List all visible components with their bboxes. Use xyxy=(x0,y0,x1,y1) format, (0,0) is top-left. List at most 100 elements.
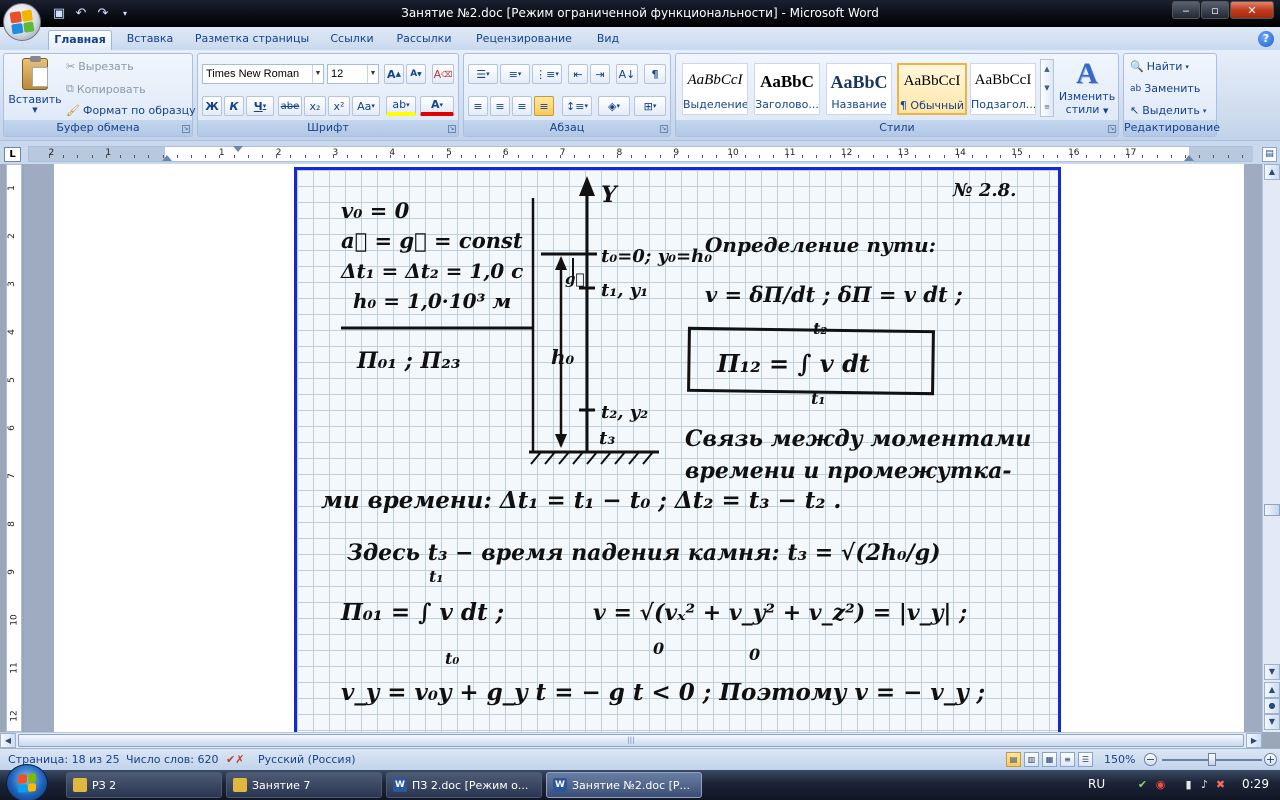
network-icon[interactable]: ▮ xyxy=(1182,778,1195,791)
tab-insert[interactable]: Вставка xyxy=(120,30,180,50)
tab-selector-button[interactable]: L xyxy=(4,147,21,162)
right-indent-marker[interactable] xyxy=(1184,155,1194,161)
handwritten-notes-image[interactable]: v₀ = 0 a⃗ = g⃗ = const Δt₁ = Δt₂ = 1,0 c… xyxy=(294,167,1061,732)
shrink-font-button[interactable]: A ▼ xyxy=(406,64,426,84)
align-left-button[interactable]: ≡ xyxy=(468,96,488,116)
tab-review[interactable]: Рецензирование xyxy=(468,30,580,50)
style-normal[interactable]: AaBbCcI ¶ Обычный xyxy=(897,63,967,115)
reading-view-button[interactable]: ▥ xyxy=(1024,752,1039,767)
previous-page-button[interactable]: ▲ xyxy=(1264,682,1280,698)
zoom-level[interactable]: 150% xyxy=(1104,753,1135,766)
copy-button[interactable]: ⧉ Копировать xyxy=(66,82,146,96)
outline-view-button[interactable]: ≡ xyxy=(1060,752,1075,767)
language-indicator-tray[interactable]: RU xyxy=(1088,777,1105,791)
tab-references[interactable]: Ссылки xyxy=(322,30,382,50)
taskbar-item-pz2[interactable]: W ПЗ 2.doc [Режим о... xyxy=(386,772,542,798)
taskbar-item-lesson7[interactable]: Занятие 7 xyxy=(226,772,382,798)
bold-button[interactable]: Ж xyxy=(202,96,222,116)
alert-icon[interactable]: ✖ xyxy=(1214,778,1227,791)
decrease-indent-button[interactable]: ⇤ xyxy=(568,64,588,84)
start-button[interactable] xyxy=(6,764,48,800)
dialog-launcher-icon[interactable]: ↘ xyxy=(448,125,456,133)
underline-button[interactable]: Ч ▾ xyxy=(246,96,274,116)
align-center-button[interactable]: ≡ xyxy=(490,96,510,116)
left-indent-marker[interactable] xyxy=(162,155,172,161)
highlight-button[interactable]: ab ▾ xyxy=(386,96,416,116)
horizontal-scroll-thumb[interactable]: ||| xyxy=(18,734,1244,747)
dialog-launcher-icon[interactable]: ↘ xyxy=(182,125,190,133)
dialog-launcher-icon[interactable]: ↘ xyxy=(660,125,668,133)
vertical-scroll-thumb[interactable] xyxy=(1264,504,1280,516)
align-right-button[interactable]: ≡ xyxy=(512,96,532,116)
zoom-out-button[interactable]: − xyxy=(1144,753,1157,766)
numbering-button[interactable]: ≡ ▾ xyxy=(500,64,530,84)
grow-font-button[interactable]: A ▲ xyxy=(384,64,404,84)
minimize-button[interactable]: ‒ xyxy=(1172,1,1200,19)
styles-gallery-scroll[interactable]: ▲ ▼ ≡ xyxy=(1040,59,1054,117)
change-case-button[interactable]: Aa ▾ xyxy=(352,96,380,116)
language-indicator[interactable]: Русский (Россия) xyxy=(258,753,356,766)
paste-button[interactable]: Вставить ▼ xyxy=(8,56,62,118)
zoom-slider-thumb[interactable] xyxy=(1208,753,1216,766)
format-painter-button[interactable]: 🖌 Формат по образцу xyxy=(66,104,196,117)
style-subtitle[interactable]: AaBbCcI Подзагол... xyxy=(970,63,1036,115)
scroll-right-button[interactable]: ▶ xyxy=(1246,733,1262,748)
maximize-button[interactable]: ▫ xyxy=(1201,1,1229,19)
browse-object-button[interactable]: ● xyxy=(1264,698,1280,714)
font-color-button[interactable]: A ▾ xyxy=(420,96,454,116)
show-marks-button[interactable]: ¶ xyxy=(644,64,666,84)
scroll-up-button[interactable]: ▲ xyxy=(1264,164,1280,180)
print-layout-view-button[interactable]: ▤ xyxy=(1006,752,1021,767)
horizontal-scrollbar[interactable]: ◀ ||| ▶ xyxy=(0,732,1262,748)
style-title[interactable]: AaBbC Название xyxy=(826,63,892,115)
clock[interactable]: 0:29 xyxy=(1242,777,1269,791)
spelling-check-icon[interactable]: ✔✗ xyxy=(226,753,244,766)
cut-button[interactable]: ✂ Вырезать xyxy=(66,60,134,73)
next-page-button[interactable]: ▼ xyxy=(1264,714,1280,730)
increase-indent-button[interactable]: ⇥ xyxy=(590,64,610,84)
chevron-down-icon[interactable]: ▼ xyxy=(367,65,378,83)
strikethrough-button[interactable]: abe xyxy=(278,96,302,116)
first-line-indent-marker[interactable] xyxy=(233,146,243,152)
document-page[interactable]: v₀ = 0 a⃗ = g⃗ = const Δt₁ = Δt₂ = 1,0 c… xyxy=(54,164,1244,732)
multilevel-list-button[interactable]: ⋮≡ ▾ xyxy=(532,64,562,84)
superscript-button[interactable]: x² xyxy=(328,96,350,116)
font-family-combo[interactable]: Times New Roman ▼ xyxy=(202,64,324,84)
replace-button[interactable]: ab Заменить xyxy=(1130,82,1200,95)
italic-button[interactable]: К xyxy=(224,96,244,116)
scroll-down-button[interactable]: ▼ xyxy=(1264,664,1280,680)
bullets-button[interactable]: ☰ ▾ xyxy=(468,64,498,84)
view-ruler-icon[interactable]: ▤ xyxy=(1262,147,1277,162)
select-button[interactable]: ↖ Выделить ▾ xyxy=(1130,104,1206,117)
taskbar-item-rz2[interactable]: РЗ 2 xyxy=(66,772,222,798)
clear-formatting-button[interactable]: A ⌫ xyxy=(432,64,454,84)
chevron-down-icon[interactable]: ▼ xyxy=(312,65,323,83)
horizontal-ruler[interactable]: 2 1 1 2 3 4 5 6 7 8 9 10 11 12 13 14 15 16 17 xyxy=(28,146,1253,162)
sort-button[interactable]: A↓ xyxy=(616,64,638,84)
word-count[interactable]: Число слов: 620 xyxy=(126,753,219,766)
shading-button[interactable]: ◈ ▾ xyxy=(598,96,630,116)
draft-view-button[interactable]: ☰ xyxy=(1078,752,1093,767)
borders-button[interactable]: ⊞ ▾ xyxy=(634,96,666,116)
help-icon[interactable]: ? xyxy=(1258,31,1274,47)
change-styles-button[interactable]: A Изменить стили ▼ xyxy=(1058,58,1116,117)
close-button[interactable]: ✕ xyxy=(1230,1,1274,19)
style-heading[interactable]: AaBbC Заголово... xyxy=(754,63,820,115)
tab-home[interactable]: Главная xyxy=(48,30,112,50)
font-size-combo[interactable]: 12 ▼ xyxy=(327,64,379,84)
safely-remove-icon[interactable]: ✔ xyxy=(1136,778,1149,791)
web-layout-view-button[interactable]: ▦ xyxy=(1042,752,1057,767)
dialog-launcher-icon[interactable]: ↘ xyxy=(1108,125,1116,133)
vertical-ruler[interactable]: 1 2 3 4 5 6 7 8 9 10 11 12 xyxy=(6,164,22,732)
find-button[interactable]: 🔍 Найти ▾ xyxy=(1130,60,1189,73)
vertical-scrollbar[interactable]: ▲ ▼ ▲ ● ▼ xyxy=(1262,164,1280,732)
justify-button[interactable]: ≡ xyxy=(534,96,554,116)
office-button[interactable] xyxy=(3,3,41,41)
scroll-left-button[interactable]: ◀ xyxy=(0,733,16,748)
subscript-button[interactable]: x₂ xyxy=(304,96,326,116)
taskbar-item-lesson2[interactable]: W Занятие №2.doc [Р... xyxy=(546,772,702,798)
volume-icon[interactable]: ♪ xyxy=(1198,778,1211,791)
style-emphasis[interactable]: AaBbCcI Выделение xyxy=(682,63,748,115)
tab-view[interactable]: Вид xyxy=(588,30,628,50)
antivirus-icon[interactable]: ◉ xyxy=(1154,778,1167,791)
